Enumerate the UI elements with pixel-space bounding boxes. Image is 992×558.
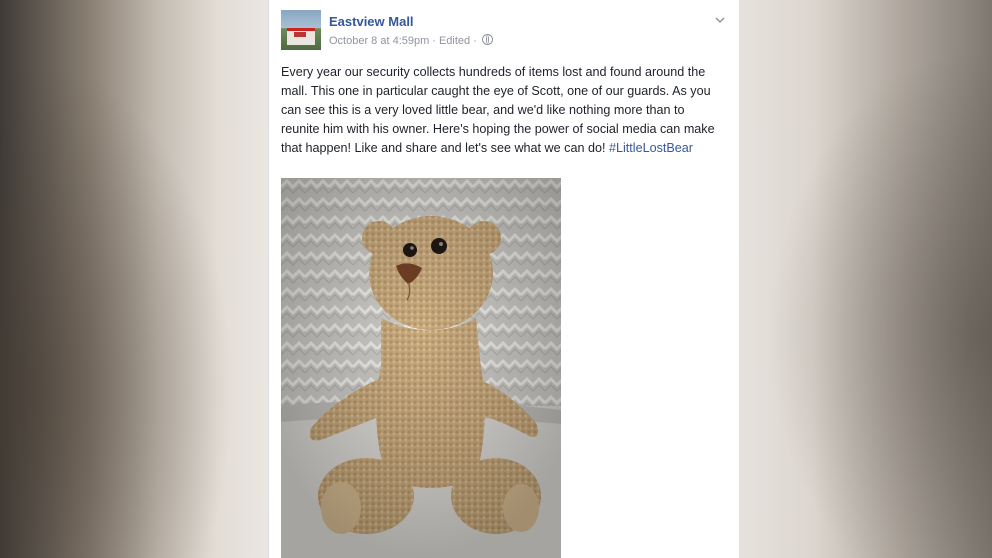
post-timestamp[interactable]: October 8 at 4:59pm bbox=[329, 35, 429, 47]
post-meta: October 8 at 4:59pm · Edited · bbox=[329, 34, 493, 47]
background-blur-left bbox=[0, 0, 270, 558]
mall-sign-graphic bbox=[294, 32, 306, 37]
teddy-bear-photo bbox=[281, 178, 561, 558]
hashtag-link[interactable]: #LittleLostBear bbox=[609, 141, 693, 155]
background-blur-right bbox=[732, 0, 992, 558]
meta-separator: · bbox=[473, 35, 477, 47]
edited-label[interactable]: Edited bbox=[439, 35, 470, 47]
post-photo-teddy-bear[interactable] bbox=[281, 178, 561, 558]
post-body: Every year our security collects hundred… bbox=[281, 63, 726, 158]
post-header: Eastview Mall October 8 at 4:59pm · Edited… bbox=[281, 10, 727, 52]
globe-icon[interactable] bbox=[481, 34, 493, 45]
page-avatar[interactable] bbox=[281, 10, 321, 50]
page-name-link[interactable]: Eastview Mall bbox=[329, 14, 414, 29]
meta-separator: · bbox=[432, 35, 436, 47]
facebook-post-card: Eastview Mall October 8 at 4:59pm · Edited… bbox=[268, 0, 740, 558]
chevron-down-icon[interactable] bbox=[713, 14, 727, 28]
